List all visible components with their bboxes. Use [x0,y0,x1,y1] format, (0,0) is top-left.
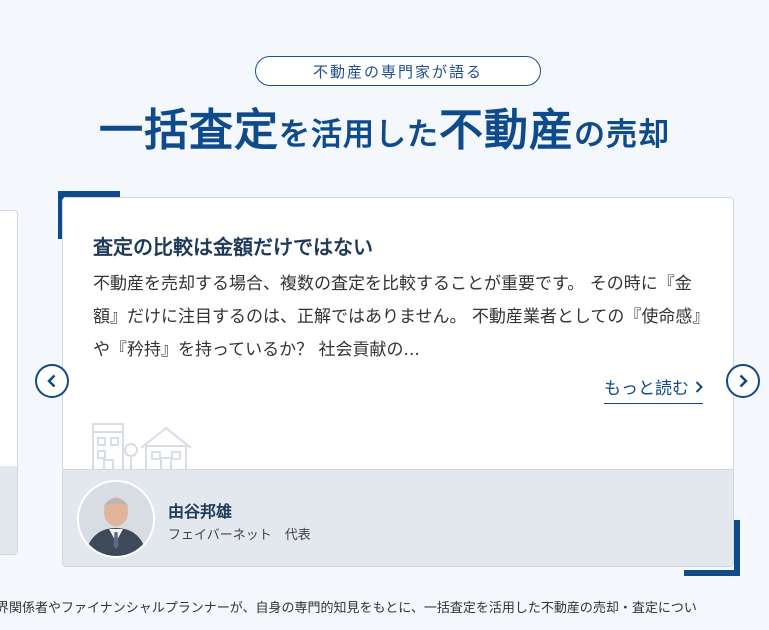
houses-illustration [92,423,192,471]
author-avatar [77,480,155,558]
author-name: 由谷邦雄 [168,502,233,521]
read-more-link[interactable]: もっと読む [604,374,703,404]
article-card: 査定の比較は金額だけではない 不動産を売却する場合、複数の査定を比較することが重… [62,197,734,567]
title-part-2: を活用した [279,117,439,153]
card-excerpt: 不動産を売却する場合、複数の査定を比較することが重要です。 その時に『金額』だけ… [93,274,701,360]
title-part-1: 一括査定 [99,105,279,156]
carousel-prev-button[interactable] [35,364,69,398]
section-eyebrow: 不動産の専門家が語る [255,56,541,86]
author-section: 由谷邦雄 フェイバーネット 代表 [63,469,733,566]
title-part-4: の売却 [574,117,670,153]
carousel-next-button[interactable] [726,364,760,398]
chevron-left-icon [47,374,56,388]
section-description: 界関係者やファイナンシャルプランナーが、自身の専門的知見をもとに、一括査定を活用… [0,601,697,616]
page-title: 一括査定を活用した不動産の売却 [0,100,769,171]
eyebrow-label: 不動産の専門家が語る [312,62,483,81]
author-role: フェイバーネット 代表 [168,528,311,543]
card-title: 査定の比較は金額だけではない [93,235,373,259]
chevron-right-icon [739,374,748,388]
title-part-3: 不動産 [439,105,574,156]
previous-card-footer [0,466,17,554]
read-more-label: もっと読む [604,379,689,399]
previous-card-peek[interactable] [0,210,18,555]
chevron-right-icon [695,380,703,393]
